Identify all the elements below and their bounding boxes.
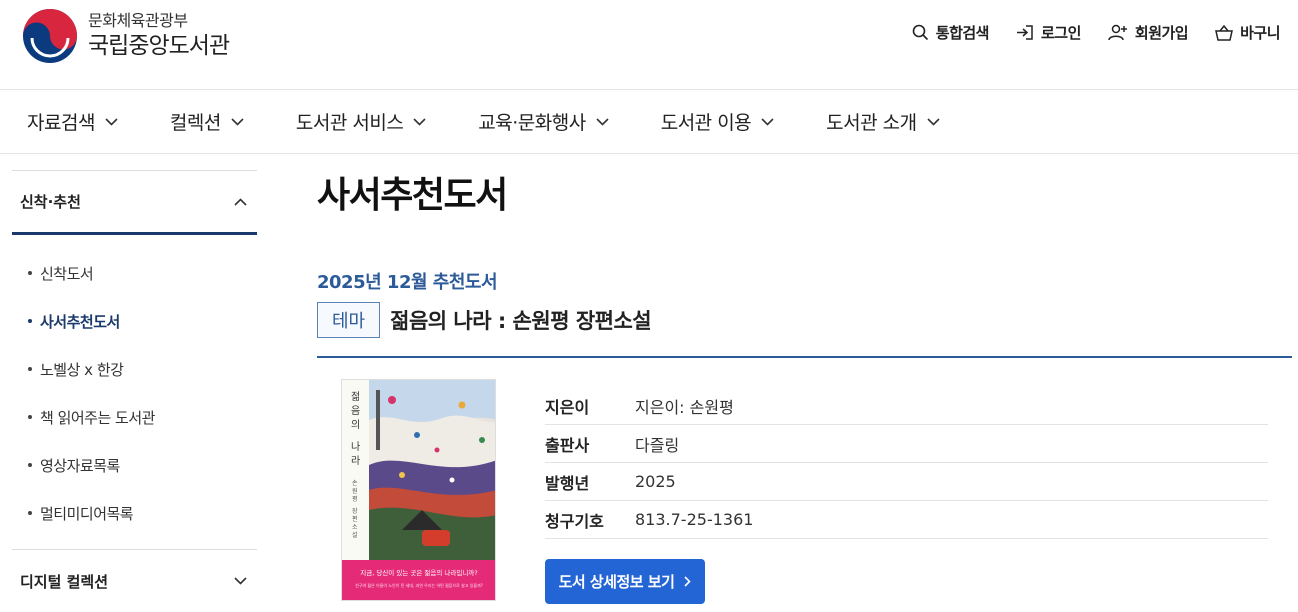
cover-artwork: 젊음의나라 손원평장편소설 지금, 당신이 있는 곳은 젊음의 나라입니까? 친… xyxy=(342,380,495,600)
chevron-right-icon xyxy=(684,576,692,587)
lnb-item-label: 책 읽어주는 도서관 xyxy=(40,408,155,427)
nav-label: 도서관 이용 xyxy=(660,112,752,134)
lnb-section-toggle[interactable]: 신착·추천 xyxy=(12,170,257,235)
lnb-item-librarian-picks[interactable]: 사서추천도서 xyxy=(12,297,257,345)
info-row-call-number: 청구기호 813.7-25-1361 xyxy=(545,501,1268,539)
login-label: 로그인 xyxy=(1040,24,1081,42)
chevron-down-icon xyxy=(105,117,118,126)
signup-link[interactable]: 회원가입 xyxy=(1108,22,1189,43)
book-detail-button[interactable]: 도서 상세정보 보기 xyxy=(545,559,705,604)
chevron-down-icon xyxy=(927,117,940,126)
lnb-section-title: 신착·추천 xyxy=(20,193,81,211)
info-row-publisher: 출판사 다즐링 xyxy=(545,425,1268,463)
integrated-search-link[interactable]: 통합검색 xyxy=(912,22,989,43)
chevron-down-icon xyxy=(234,577,247,585)
book-cover-image[interactable]: 젊음의나라 손원평장편소설 지금, 당신이 있는 곳은 젊음의 나라입니까? 친… xyxy=(341,379,496,601)
theme-row: 테마 젊음의 나라 : 손원평 장편소설 xyxy=(317,302,652,338)
section-divider xyxy=(317,356,1292,358)
lnb-section-toggle-digital[interactable]: 디지털 컬렉션 xyxy=(12,550,257,612)
info-label: 청구기호 xyxy=(545,511,604,531)
info-value: 2025 xyxy=(635,472,676,491)
book-info-table: 지은이 지은이: 손원평 출판사 다즐링 발행년 2025 청구기호 813.7… xyxy=(545,387,1268,539)
bullet-icon xyxy=(28,271,32,275)
chevron-down-icon xyxy=(413,117,426,126)
nav-label: 교육·문화행사 xyxy=(478,112,586,134)
bullet-icon xyxy=(28,463,32,467)
site-header: 문화체육관광부 국립중앙도서관 통합검색 로그인 회원가입 바구니 xyxy=(0,0,1298,90)
integrated-search-label: 통합검색 xyxy=(935,24,990,42)
theme-badge: 테마 xyxy=(317,302,381,338)
signup-label: 회원가입 xyxy=(1134,24,1189,42)
nav-item-library-service[interactable]: 도서관 서비스 xyxy=(296,108,426,135)
cover-band-subline: 친구여 젊은 이들이 노인이 된 세대, 과연 우리는 어떤 젊음으로 살고 있… xyxy=(355,582,483,588)
lnb-item-new-books[interactable]: 신착도서 xyxy=(12,249,257,297)
ministry-name: 문화체육관광부 xyxy=(88,11,188,30)
bullet-icon xyxy=(28,415,32,419)
lnb-section-title: 디지털 컬렉션 xyxy=(20,572,109,591)
login-link[interactable]: 로그인 xyxy=(1016,22,1081,43)
info-value: 813.7-25-1361 xyxy=(635,510,754,529)
info-label: 출판사 xyxy=(545,435,590,455)
site-logo[interactable]: 문화체육관광부 국립중앙도서관 xyxy=(22,8,230,64)
chevron-down-icon xyxy=(761,117,774,126)
book-detail-button-label: 도서 상세정보 보기 xyxy=(558,573,675,591)
nav-label: 자료검색 xyxy=(27,112,95,134)
login-icon xyxy=(1016,25,1033,40)
side-navigation: 신착·추천 신착도서 사서추천도서 노벨상 x 한강 책 읽어주는 도서관 영상… xyxy=(12,170,257,612)
info-value: 다즐링 xyxy=(635,435,680,455)
nav-item-about[interactable]: 도서관 소개 xyxy=(826,108,940,135)
cover-author-text: 손원평장편소설 xyxy=(352,480,358,539)
basket-icon xyxy=(1215,24,1234,41)
nav-label: 도서관 소개 xyxy=(826,112,917,134)
basket-label: 바구니 xyxy=(1240,24,1280,42)
nav-label: 도서관 서비스 xyxy=(295,112,404,134)
page-title: 사서추천도서 xyxy=(317,175,508,216)
lnb-item-label: 멀티미디어목록 xyxy=(40,504,134,523)
recommendation-month: 2025년 12월 추천도서 xyxy=(317,272,498,293)
nav-item-collection[interactable]: 컬렉션 xyxy=(170,108,244,135)
lnb-item-label: 영상자료목록 xyxy=(40,456,120,475)
basket-link[interactable]: 바구니 xyxy=(1215,22,1280,43)
nav-item-search[interactable]: 자료검색 xyxy=(27,108,118,135)
chevron-up-icon xyxy=(234,197,247,206)
taegeuk-logo-icon xyxy=(23,9,77,63)
bullet-icon xyxy=(28,319,32,323)
nav-label: 컬렉션 xyxy=(169,112,221,134)
lnb-item-label: 사서추천도서 xyxy=(40,312,120,331)
cover-title-text: 젊음의나라 xyxy=(351,391,360,467)
nav-item-education[interactable]: 교육·문화행사 xyxy=(478,108,609,135)
user-add-icon xyxy=(1108,24,1127,41)
info-label: 발행년 xyxy=(545,473,590,493)
chevron-down-icon xyxy=(231,117,244,126)
info-label: 지은이 xyxy=(545,397,590,417)
bullet-icon xyxy=(28,367,32,371)
book-title: 젊음의 나라 : 손원평 장편소설 xyxy=(390,309,652,333)
info-row-author: 지은이 지은이: 손원평 xyxy=(545,387,1268,425)
lnb-list: 신착도서 사서추천도서 노벨상 x 한강 책 읽어주는 도서관 영상자료목록 멀… xyxy=(12,235,257,550)
info-row-year: 발행년 2025 xyxy=(545,463,1268,501)
search-icon xyxy=(912,24,928,41)
lnb-item-read-aloud[interactable]: 책 읽어주는 도서관 xyxy=(12,393,257,441)
info-value: 지은이: 손원평 xyxy=(635,397,734,417)
lnb-item-label: 신착도서 xyxy=(40,264,94,283)
lnb-item-multimedia-list[interactable]: 멀티미디어목록 xyxy=(12,489,257,537)
utility-menu: 통합검색 로그인 회원가입 바구니 xyxy=(885,22,1280,43)
lnb-item-video-list[interactable]: 영상자료목록 xyxy=(12,441,257,489)
chevron-down-icon xyxy=(596,117,609,126)
lnb-item-label: 노벨상 x 한강 xyxy=(40,360,124,379)
cover-band-headline: 지금, 당신이 있는 곳은 젊음의 나라입니까? xyxy=(360,568,478,577)
lnb-item-nobel-hankang[interactable]: 노벨상 x 한강 xyxy=(12,345,257,393)
library-name: 국립중앙도서관 xyxy=(88,33,230,59)
bullet-icon xyxy=(28,511,32,515)
main-navigation: 자료검색 컬렉션 도서관 서비스 교육·문화행사 도서관 이용 도서관 소개 xyxy=(0,90,1298,154)
nav-item-library-use[interactable]: 도서관 이용 xyxy=(661,108,774,135)
